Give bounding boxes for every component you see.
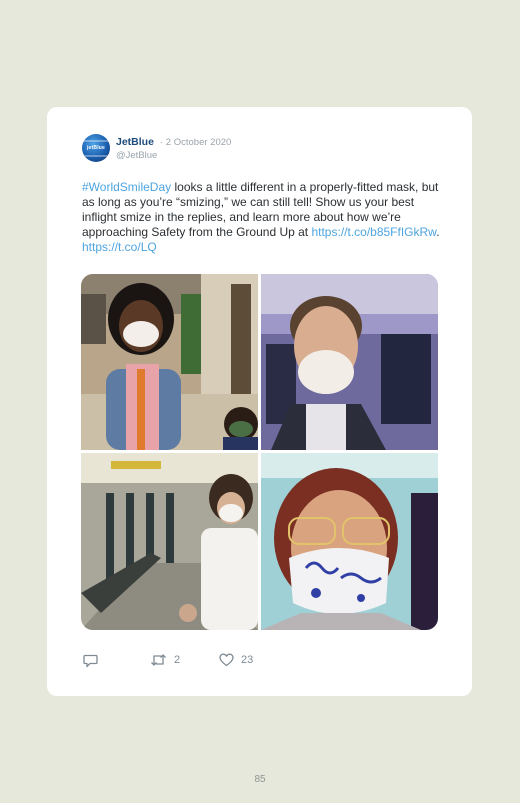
like-count: 23 (241, 654, 254, 666)
url-link-2[interactable]: https://t.co/LQ (82, 240, 157, 254)
reply-icon (83, 654, 98, 668)
tweet-actions: 2 23 (83, 653, 343, 671)
heart-icon (219, 653, 234, 667)
avatar-logo: jetBlue (86, 145, 106, 151)
like-button[interactable]: 23 (219, 653, 253, 667)
hashtag-link[interactable]: #WorldSmileDay (82, 180, 171, 194)
retweet-count: 2 (174, 654, 181, 666)
avatar-stripe (82, 140, 110, 142)
reply-button[interactable] (83, 653, 98, 668)
tweet-date[interactable]: · 2 October 2020 (160, 137, 231, 148)
retweet-button[interactable]: 2 (150, 653, 180, 667)
man-in-n95-mask-photo[interactable] (261, 274, 438, 450)
avatar-stripe (82, 155, 110, 157)
author-name[interactable]: JetBlue (116, 136, 154, 148)
girl-in-mask-photo[interactable] (81, 274, 258, 450)
media-grid (81, 274, 438, 630)
url-link-1[interactable]: https://t.co/b85FfIGkRw (311, 225, 436, 239)
page-number: 85 (254, 774, 266, 785)
tweet-card: jetBlue JetBlue · 2 October 2020 @JetBlu… (47, 107, 472, 696)
woman-in-patterned-mask-photo[interactable] (261, 453, 438, 630)
woman-in-terminal-photo[interactable] (81, 453, 258, 630)
avatar[interactable]: jetBlue (82, 134, 110, 162)
author-handle[interactable]: @JetBlue (116, 150, 157, 161)
retweet-icon (151, 654, 166, 666)
link-separator: . (436, 225, 440, 239)
tweet-text: #WorldSmileDay looks a little different … (82, 180, 442, 255)
